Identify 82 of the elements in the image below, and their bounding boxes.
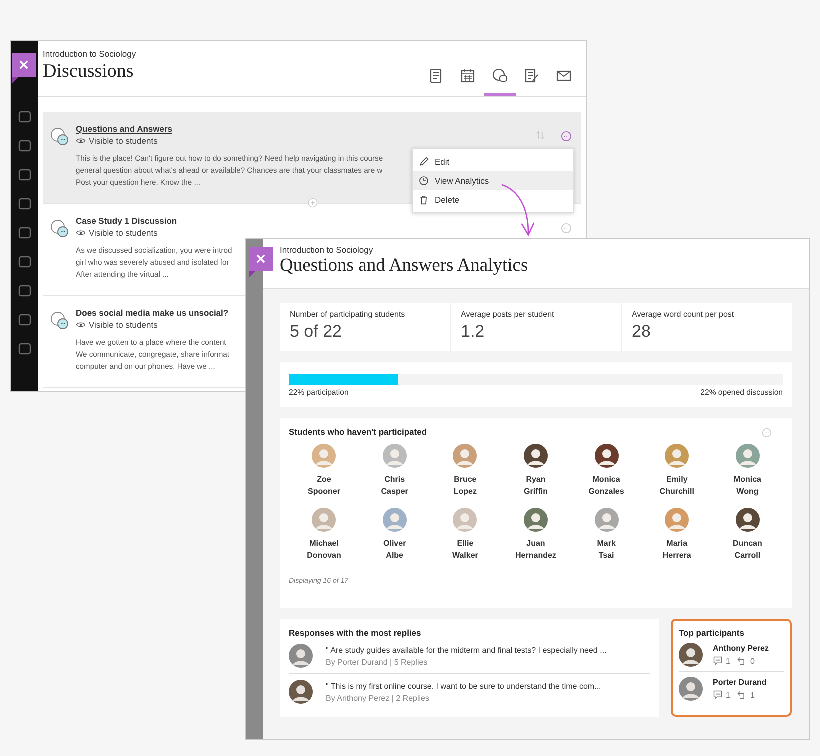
tab[interactable] xyxy=(484,66,516,96)
student-name: Ryan Griffin xyxy=(524,474,548,498)
course-name: Introduction to Sociology xyxy=(280,245,374,255)
post-count: 1 xyxy=(726,690,730,700)
discussion-title[interactable]: Does social media make us unsocial? xyxy=(76,308,230,318)
response-byline: By Anthony Perez | 2 Replies xyxy=(326,694,430,702)
response-byline: By Porter Durand | 5 Replies xyxy=(326,658,429,666)
more-options-icon[interactable] xyxy=(561,131,572,142)
nav-icon[interactable] xyxy=(16,109,32,125)
avatar[interactable] xyxy=(594,444,619,468)
card-title: Responses with the most replies xyxy=(289,628,422,638)
stat-value: 5 of 22 xyxy=(290,322,343,342)
nav-icon[interactable] xyxy=(16,312,32,328)
discussion-title[interactable]: Questions and Answers xyxy=(76,124,384,134)
reply-count: 0 xyxy=(750,656,755,666)
avatar[interactable] xyxy=(524,508,548,532)
student-name: Zoe Spooner xyxy=(308,474,340,498)
eye-icon xyxy=(76,321,86,329)
response-excerpt[interactable]: " This is my first online course. I want to be sure to understand the time com... xyxy=(326,682,602,690)
nav-icon[interactable] xyxy=(16,138,32,154)
response-excerpt[interactable]: " Are study guides available for the midterm and final tests? I especially need ... xyxy=(326,646,607,654)
stat-label: Average word count per post xyxy=(632,310,736,319)
participant-name: Porter Durand xyxy=(713,678,767,687)
avatar[interactable] xyxy=(289,680,313,704)
nav-icon[interactable] xyxy=(16,196,32,212)
clock-chart-icon xyxy=(419,176,429,186)
notebook-icon xyxy=(428,68,444,84)
student-name: Ellie Walker xyxy=(452,538,478,562)
nav-icon[interactable] xyxy=(16,283,32,299)
reply-icon xyxy=(737,656,748,666)
chat-bubbles-icon xyxy=(50,219,70,239)
chat-bubbles-icon xyxy=(50,127,70,147)
student-name: Monica Wong xyxy=(734,474,762,498)
visibility-label: Visible to students xyxy=(89,136,158,146)
reply-count: 1 xyxy=(750,690,755,700)
chat-icon xyxy=(492,68,508,84)
student-name: Juan Hernandez xyxy=(516,538,556,562)
post-count: 1 xyxy=(726,656,730,666)
nav-icon[interactable] xyxy=(16,341,32,357)
post-icon xyxy=(713,690,723,700)
reply-icon xyxy=(737,690,748,700)
student-name: Mark Tsai xyxy=(597,538,616,562)
pencil-icon xyxy=(419,156,429,166)
stat-label: Average posts per student xyxy=(461,310,556,319)
course-name: Introduction to Sociology xyxy=(43,49,138,59)
page-title: Discussions xyxy=(43,61,134,83)
menu-item[interactable]: View Analytics xyxy=(413,171,573,190)
nav-icon[interactable] xyxy=(16,225,32,241)
nav-icon[interactable] xyxy=(16,167,32,183)
chat-bubbles-icon xyxy=(50,311,70,331)
close-icon xyxy=(18,59,30,71)
discussion-title[interactable]: Case Study 1 Discussion xyxy=(76,216,232,226)
student-name: Duncan Carroll xyxy=(733,538,762,562)
stat-value: 1.2 xyxy=(461,322,486,342)
student-name: Oliver Albe xyxy=(384,538,406,562)
nav-icon[interactable] xyxy=(16,254,32,270)
avatar[interactable] xyxy=(679,643,703,667)
avatar[interactable] xyxy=(524,444,548,468)
student-name: Bruce Lopez xyxy=(454,474,477,498)
close-icon xyxy=(255,253,267,265)
stat-label: Number of participating students xyxy=(290,310,406,319)
student-name: Maria Herrera xyxy=(662,538,692,562)
post-icon xyxy=(713,656,723,666)
visibility-label: Visible to students xyxy=(89,320,158,330)
visibility-label: Visible to students xyxy=(89,228,158,238)
card-title: Top participants xyxy=(679,628,744,638)
stat-value: 28 xyxy=(632,322,652,342)
trash-icon xyxy=(419,194,429,204)
eye-icon xyxy=(76,137,86,145)
page-title: Questions and Answers Analytics xyxy=(280,256,530,277)
menu-item[interactable]: Edit xyxy=(413,152,573,171)
avatar[interactable] xyxy=(736,508,760,532)
student-name: Michael Donovan xyxy=(307,538,342,562)
eye-icon xyxy=(76,229,86,237)
student-name: Chris Casper xyxy=(381,474,408,498)
document-pen-icon xyxy=(524,68,540,84)
mail-icon xyxy=(556,68,572,84)
student-name: Monica Gonzales xyxy=(588,474,624,498)
student-name: Emily Churchill xyxy=(660,474,694,498)
participant-name: Anthony Perez xyxy=(713,644,770,653)
card-title: Students who haven't participated xyxy=(289,427,428,437)
calendar-icon xyxy=(460,68,476,84)
